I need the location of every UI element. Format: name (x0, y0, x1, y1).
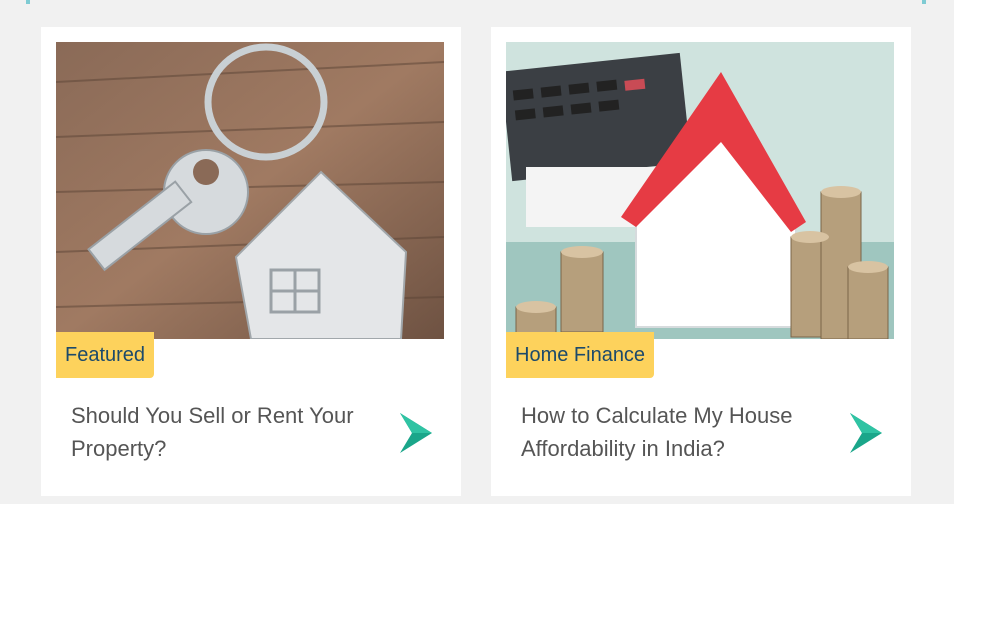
section-accent-left (26, 0, 30, 4)
articles-section: Featured Should You Sell or Rent Your Pr… (0, 0, 954, 504)
category-tag[interactable]: Featured (56, 332, 155, 378)
arrow-right-icon[interactable] (398, 411, 434, 455)
arrow-right-icon[interactable] (848, 411, 884, 455)
section-accent-right (922, 0, 926, 4)
article-title[interactable]: How to Calculate My House Affordability … (521, 399, 821, 465)
category-tag[interactable]: Home Finance (506, 332, 655, 378)
article-thumbnail[interactable] (506, 42, 894, 339)
article-title[interactable]: Should You Sell or Rent Your Property? (71, 399, 371, 465)
article-card[interactable]: Home Finance How to Calculate My House A… (491, 27, 911, 496)
article-card[interactable]: Featured Should You Sell or Rent Your Pr… (41, 27, 461, 496)
article-thumbnail[interactable] (56, 42, 444, 339)
